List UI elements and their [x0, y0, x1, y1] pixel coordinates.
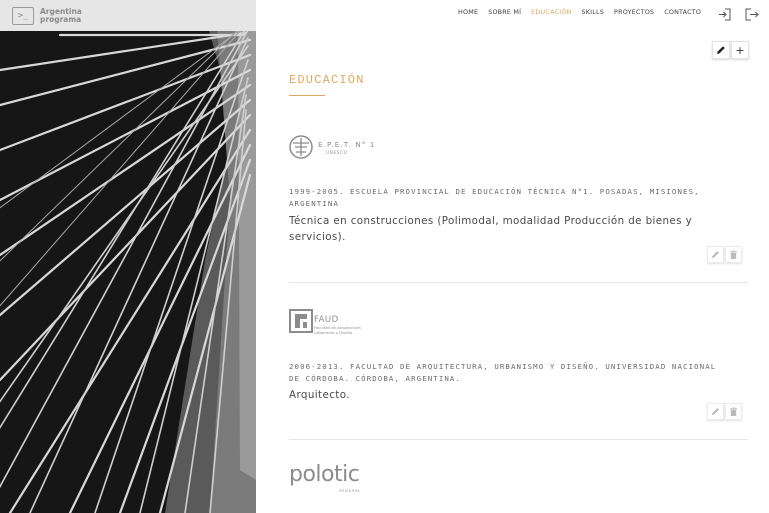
brand-bar[interactable]: >_ Argentina programa: [0, 0, 256, 31]
education-description: Arquitecto.: [289, 389, 350, 401]
nav-icons: [718, 6, 759, 21]
plus-icon: +: [735, 43, 745, 57]
trash-icon: [729, 250, 738, 259]
faud-logo-title: FAUD: [314, 315, 339, 325]
faud-logo: [289, 309, 313, 337]
divider: [289, 439, 748, 440]
edit-icon: [711, 408, 719, 416]
nav-sobre-mi[interactable]: SOBRE MÍ: [488, 8, 521, 16]
nav-educacion[interactable]: EDUCACIÓN: [531, 8, 571, 16]
add-education-button[interactable]: +: [731, 41, 749, 59]
education-row-actions: [707, 246, 742, 263]
login-icon[interactable]: [718, 6, 731, 21]
title-underline: [289, 95, 325, 96]
faud-logo-subtitle-2: Urbanismo y Diseño: [314, 330, 353, 335]
epet-logo: [289, 132, 369, 166]
brand-line-2: programa: [40, 14, 82, 24]
main-nav: HOME SOBRE MÍ EDUCACIÓN SKILLS PROYECTOS…: [458, 8, 711, 16]
logout-icon[interactable]: [745, 6, 759, 21]
bridge-photo: [0, 0, 256, 513]
nav-contacto[interactable]: CONTACTO: [664, 8, 701, 16]
polotic-logo-subtitle: misiones: [339, 488, 360, 493]
epet-logo-title: E.P.E.T. N° 1: [318, 141, 376, 149]
edit-education-button[interactable]: [707, 246, 724, 263]
nav-home[interactable]: HOME: [458, 8, 478, 16]
section-actions: +: [712, 41, 749, 59]
edit-icon: [717, 46, 725, 54]
terminal-icon: >_: [12, 6, 34, 25]
faud-logo-subtitle: Facultad de Arquitectura Urbanismo y Dis…: [314, 325, 361, 335]
hero-image: [0, 0, 256, 513]
epet-logo-subtitle: UNESCO: [326, 150, 348, 155]
nav-skills[interactable]: SKILLS: [582, 8, 605, 16]
nav-proyectos[interactable]: PROYECTOS: [614, 8, 654, 16]
edit-education-button[interactable]: [707, 403, 724, 420]
polotic-logo: polotic: [289, 462, 360, 487]
delete-education-button[interactable]: [725, 403, 742, 420]
edit-section-button[interactable]: [712, 41, 730, 59]
education-meta: 1999-2005. ESCUELA PROVINCIAL DE EDUCACI…: [289, 187, 700, 208]
edit-icon: [711, 251, 719, 259]
delete-education-button[interactable]: [725, 246, 742, 263]
education-row-actions: [707, 403, 742, 420]
trash-icon: [729, 407, 738, 416]
section-title: EDUCACIÓN: [289, 73, 365, 87]
divider: [289, 282, 748, 283]
education-description: Técnica en construcciones (Polimodal, mo…: [289, 215, 693, 243]
brand-name: Argentina programa: [40, 7, 82, 24]
education-meta: 2006-2013. FACULTAD DE ARQUITECTURA, URB…: [289, 362, 717, 383]
